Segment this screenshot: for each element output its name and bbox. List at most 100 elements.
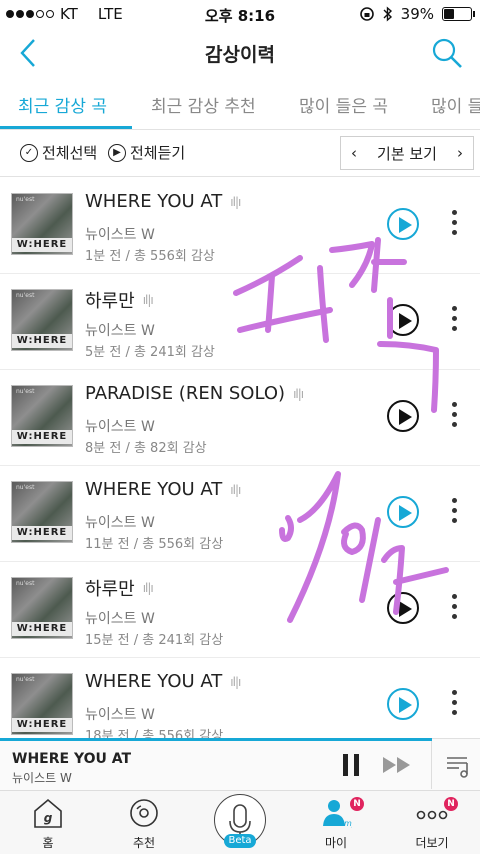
- notification-badge: N: [444, 797, 458, 811]
- play-button[interactable]: [387, 400, 419, 432]
- fast-forward-icon[interactable]: [382, 757, 412, 773]
- play-button[interactable]: [387, 304, 419, 336]
- list-item[interactable]: nu'est W:HERE WHERE YOU AT ıl|ı 뉴이스트 W 11분…: [0, 466, 480, 562]
- list-item[interactable]: nu'est W:HERE 하루만 ıl|ı 뉴이스트 W 5분 전 / 총 241…: [0, 274, 480, 370]
- more-options-icon[interactable]: [450, 498, 458, 528]
- track-artist: 뉴이스트 W: [85, 515, 155, 531]
- tab-most-played[interactable]: 많이 들은 곡: [299, 92, 388, 117]
- album-art: nu'est W:HERE: [11, 385, 73, 447]
- list-item[interactable]: nu'est W:HERE 하루만 ıl|ı 뉴이스트 W 15분 전 / 총 24…: [0, 562, 480, 658]
- track-meta: 8분 전 / 총 82회 감상: [85, 441, 207, 456]
- track-artist: 뉴이스트 W: [85, 227, 155, 243]
- track-meta: 11분 전 / 총 556회 감상: [85, 537, 224, 552]
- track-meta: 15분 전 / 총 241회 감상: [85, 633, 224, 648]
- more-options-icon[interactable]: [450, 690, 458, 720]
- audio-wave-icon: ıl|ı: [142, 581, 154, 595]
- album-art: nu'est W:HERE: [11, 673, 73, 735]
- track-title: WHERE YOU AT: [85, 671, 223, 692]
- more-options-icon[interactable]: [450, 306, 458, 336]
- chevron-left-icon[interactable]: ‹: [351, 144, 357, 162]
- more-options-icon[interactable]: [450, 402, 458, 432]
- audio-wave-icon: ıl|ı: [230, 674, 241, 689]
- album-art: nu'est W:HERE: [11, 481, 73, 543]
- play-button[interactable]: [387, 208, 419, 240]
- track-artist: 뉴이스트 W: [85, 611, 155, 627]
- play-button[interactable]: [387, 592, 419, 624]
- list-toolbar: ✓ 전체선택 ▶ 전체듣기 ‹ 기본 보기 ›: [0, 131, 480, 177]
- nav-more-label: 더보기: [415, 836, 449, 850]
- now-playing-title: WHERE YOU AT: [12, 751, 132, 767]
- track-meta: 1분 전 / 총 556회 감상: [85, 249, 215, 264]
- navigation-bar: 감상이력: [0, 28, 480, 78]
- rotation-lock-icon: [359, 7, 374, 21]
- more-options-icon[interactable]: [450, 594, 458, 624]
- audio-wave-icon: ıl|ı: [230, 194, 241, 209]
- tab-indicator: [0, 126, 132, 129]
- album-art: nu'est W:HERE: [11, 193, 73, 255]
- track-title: PARADISE (REN SOLO): [85, 383, 286, 404]
- svg-text:my: my: [344, 819, 352, 828]
- track-title: 하루만: [85, 579, 135, 600]
- search-icon[interactable]: [430, 36, 464, 70]
- list-item[interactable]: nu'est W:HERE WHERE YOU AT ıl|ı 뉴이스트 W 1분 …: [0, 178, 480, 274]
- chevron-right-icon[interactable]: ›: [457, 144, 463, 162]
- battery-percent: 39%: [400, 5, 434, 23]
- nav-home-label: 홈: [42, 836, 54, 850]
- tab-recent-recommend[interactable]: 최근 감상 추천: [151, 92, 256, 117]
- divider: [431, 741, 432, 789]
- pause-button[interactable]: [343, 754, 359, 776]
- play-icon: [399, 313, 412, 329]
- play-icon: [399, 217, 412, 233]
- track-artist: 뉴이스트 W: [85, 707, 155, 723]
- home-icon: g: [34, 798, 62, 828]
- tab-most-played-more[interactable]: 많이 들: [431, 92, 480, 117]
- battery-icon: [442, 7, 475, 21]
- now-playing-artist: 뉴이스트 W: [12, 771, 72, 785]
- nav-recommend-label: 추천: [132, 836, 156, 850]
- tab-bar: 최근 감상 곡 최근 감상 추천 많이 들은 곡 많이 들: [0, 80, 480, 130]
- track-artist: 뉴이스트 W: [85, 323, 155, 339]
- album-art: nu'est W:HERE: [11, 289, 73, 351]
- disc-icon: [130, 799, 158, 827]
- track-list: nu'est W:HERE WHERE YOU AT ıl|ı 뉴이스트 W 1분 …: [0, 178, 480, 754]
- audio-wave-icon: ıl|ı: [142, 293, 154, 307]
- audio-wave-icon: ıl|ı: [230, 482, 241, 497]
- select-all-button[interactable]: ✓ 전체선택: [20, 142, 97, 163]
- nav-more[interactable]: N 더보기: [384, 791, 480, 855]
- beta-badge: Beta: [224, 834, 256, 848]
- play-icon: [399, 505, 412, 521]
- view-mode-label: 기본 보기: [377, 144, 437, 163]
- track-artist: 뉴이스트 W: [85, 419, 155, 435]
- status-bar: KT LTE 오후 8:16 39%: [0, 0, 480, 28]
- nav-recommend[interactable]: 추천: [96, 791, 192, 855]
- notification-badge: N: [350, 797, 364, 811]
- nav-my-label: 마이: [324, 836, 348, 850]
- svg-text:g: g: [44, 811, 53, 825]
- select-all-label: 전체선택: [42, 144, 98, 162]
- track-title: WHERE YOU AT: [85, 479, 223, 500]
- album-art: nu'est W:HERE: [11, 577, 73, 639]
- playback-progress-bar[interactable]: [0, 738, 432, 741]
- tab-recent-songs[interactable]: 최근 감상 곡: [18, 92, 107, 117]
- play-all-label: 전체듣기: [130, 144, 186, 162]
- track-meta: 5분 전 / 총 241회 감상: [85, 345, 215, 360]
- list-item[interactable]: nu'est W:HERE PARADISE (REN SOLO) ıl|ı 뉴이스…: [0, 370, 480, 466]
- play-icon: [399, 601, 412, 617]
- view-mode-selector[interactable]: ‹ 기본 보기 ›: [340, 136, 474, 170]
- nav-home[interactable]: g 홈: [0, 791, 96, 855]
- play-button[interactable]: [387, 496, 419, 528]
- check-circle-icon: ✓: [20, 143, 38, 162]
- playlist-icon[interactable]: [445, 753, 471, 779]
- mini-player[interactable]: WHERE YOU AT 뉴이스트 W: [0, 738, 480, 790]
- play-icon: [399, 697, 412, 713]
- play-all-button[interactable]: ▶ 전체듣기: [108, 142, 185, 163]
- play-icon: [399, 409, 412, 425]
- play-button[interactable]: [387, 688, 419, 720]
- more-options-icon[interactable]: [450, 210, 458, 240]
- play-circle-icon: ▶: [108, 143, 126, 162]
- track-title: 하루만: [85, 291, 135, 312]
- audio-wave-icon: ıl|ı: [293, 386, 304, 401]
- nav-my[interactable]: my N 마이: [288, 791, 384, 855]
- bluetooth-icon: [383, 6, 392, 22]
- page-title: 감상이력: [205, 44, 275, 66]
